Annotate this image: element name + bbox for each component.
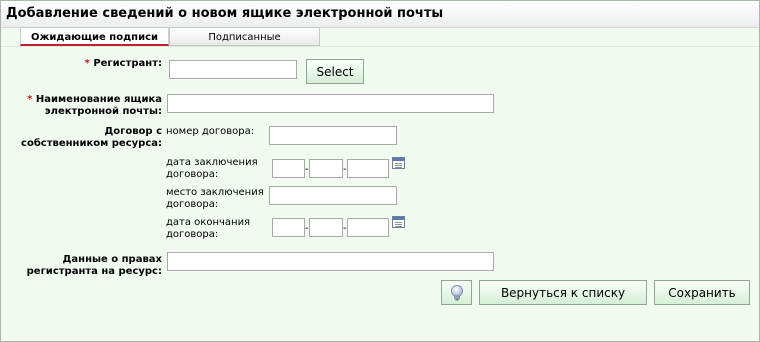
calendar-icon[interactable] (392, 157, 405, 169)
form-panel: Добавление сведений о новом ящике электр… (0, 0, 760, 342)
conclusion-date-year-input[interactable] (347, 159, 389, 178)
mailbox-label: * Наименование ящика электронной почты: (27, 94, 162, 117)
conclusion-date-label: дата заключения договора: (166, 157, 258, 180)
registrant-select-button[interactable]: Select (306, 59, 364, 84)
registrant-input[interactable] (169, 60, 297, 79)
mailbox-name-input[interactable] (167, 94, 494, 113)
save-button[interactable]: Сохранить (654, 280, 750, 305)
page-title: Добавление сведений о новом ящике электр… (6, 6, 444, 21)
back-to-list-button[interactable]: Вернуться к списку (479, 280, 647, 305)
rights-label: Данные о правах регистранта на ресурс: (26, 254, 162, 277)
tab-divider (1, 46, 759, 47)
conclusion-date-month-input[interactable] (309, 159, 343, 178)
tab-signed[interactable]: Подписанные (169, 27, 320, 46)
contract-number-label: номер договора: (166, 126, 255, 137)
required-mark: * (84, 58, 90, 69)
required-mark: * (27, 94, 33, 105)
contract-label: Договор с собственником ресурса: (21, 126, 162, 149)
end-date-label: дата окончания договора: (166, 217, 251, 240)
rights-input[interactable] (167, 252, 494, 271)
end-date-day-input[interactable] (272, 218, 305, 237)
end-date-year-input[interactable] (347, 218, 389, 237)
registrant-label: * Регистрант: (84, 58, 162, 69)
lightbulb-icon (451, 285, 463, 301)
conclusion-place-label: место заключения договора: (166, 187, 264, 210)
hint-button[interactable] (441, 280, 472, 305)
contract-number-input[interactable] (269, 126, 397, 145)
conclusion-date-day-input[interactable] (272, 159, 305, 178)
calendar-icon[interactable] (392, 216, 405, 228)
panel-header: Добавление сведений о новом ящике электр… (1, 1, 759, 28)
end-date-month-input[interactable] (309, 218, 343, 237)
tab-pending-signature[interactable]: Ожидающие подписи (20, 27, 169, 46)
conclusion-place-input[interactable] (269, 186, 397, 205)
